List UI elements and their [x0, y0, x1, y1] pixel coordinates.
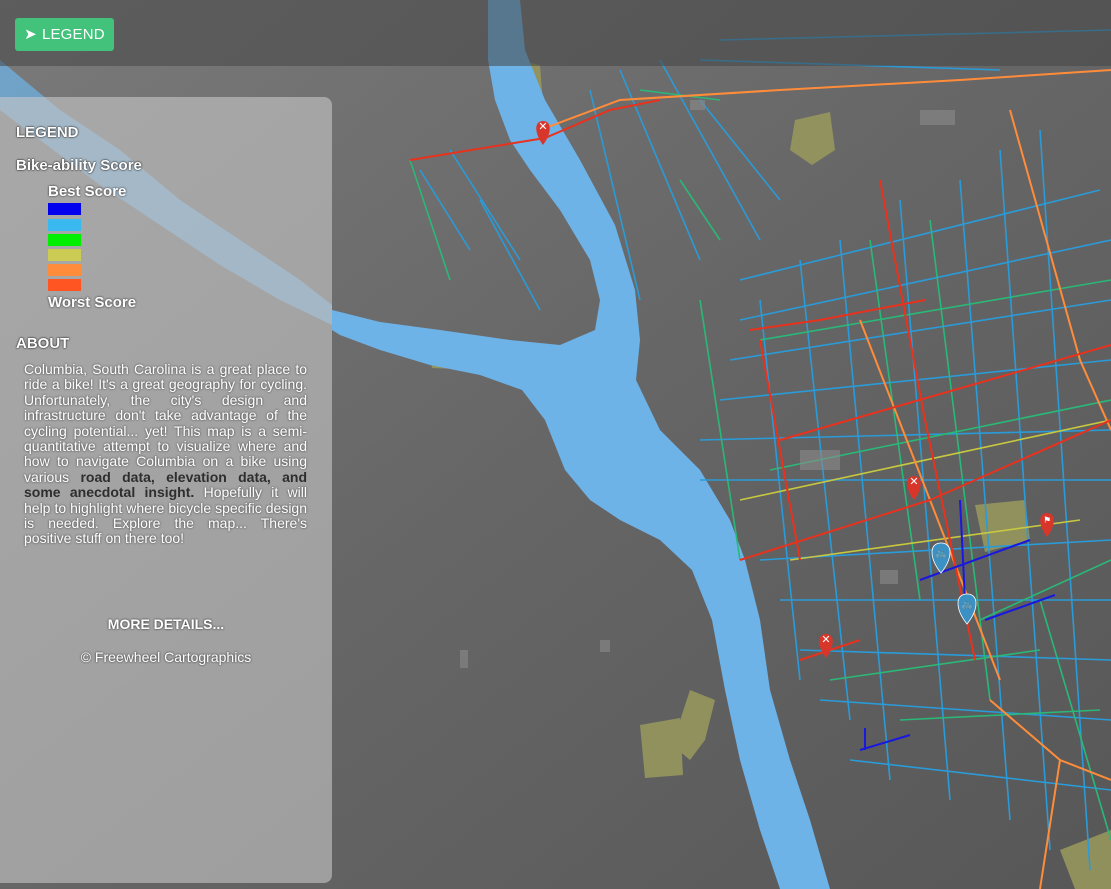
score-title: Bike-ability Score — [16, 157, 142, 174]
arrow-right-icon: ➤ — [24, 26, 37, 43]
score-swatch-6 — [48, 279, 81, 291]
flag-icon: ⚑ — [1043, 516, 1051, 526]
score-swatch-1 — [48, 203, 81, 215]
bicycle-icon: 🚲 — [961, 599, 973, 610]
more-details-link[interactable]: MORE DETAILS... — [0, 616, 332, 632]
about-text: Columbia, South Carolina is a great plac… — [24, 361, 307, 547]
legend-title: LEGEND — [16, 124, 79, 141]
x-icon: ✕ — [821, 633, 830, 646]
legend-panel: LEGEND Bike-ability Score Best Score Wor… — [0, 97, 332, 883]
score-swatch-4 — [48, 249, 81, 261]
about-text-part1: Columbia, South Carolina is a great plac… — [24, 361, 307, 485]
legend-button-label: LEGEND — [41, 26, 105, 43]
x-icon: ✕ — [538, 120, 547, 133]
legend-toggle-button[interactable]: ➤ LEGEND — [15, 18, 114, 51]
score-swatch-5 — [48, 264, 81, 276]
about-title: ABOUT — [16, 335, 70, 352]
top-bar — [0, 0, 1111, 66]
worst-score-label: Worst Score — [48, 294, 137, 311]
bicycle-icon: 🚲 — [935, 548, 947, 559]
x-icon: ✕ — [909, 475, 918, 488]
score-swatch-3 — [48, 234, 81, 246]
credit-text: © Freewheel Cartographics — [80, 649, 252, 665]
best-score-label: Best Score — [48, 183, 127, 200]
score-swatch-2 — [48, 219, 81, 231]
